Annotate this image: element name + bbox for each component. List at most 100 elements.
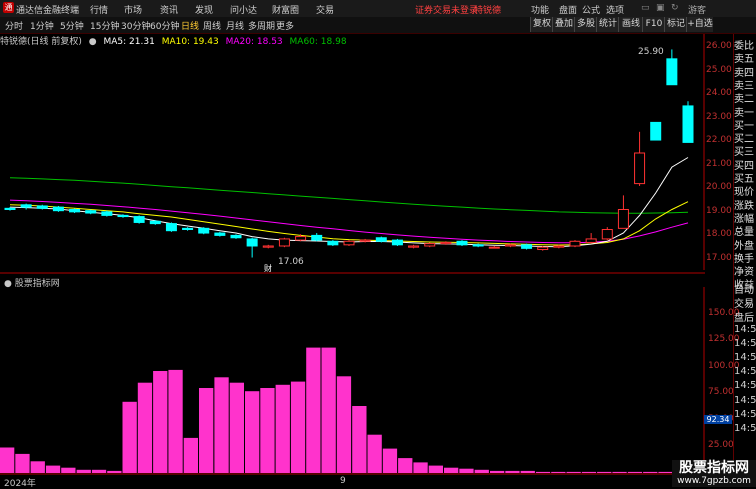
indicator-bar bbox=[245, 391, 260, 473]
period-60min[interactable]: 60分钟 bbox=[150, 19, 179, 32]
low-price-label: 17.06 bbox=[278, 257, 304, 267]
menu-trade[interactable]: 交易 bbox=[316, 3, 334, 16]
sidebar-trade-item[interactable]: 14:5 bbox=[734, 366, 756, 379]
sidebar-trade-item[interactable]: 14:5 bbox=[734, 423, 756, 436]
indicator-chart[interactable] bbox=[0, 287, 705, 475]
f10-button[interactable]: F10 bbox=[642, 17, 665, 32]
price-tick: 17.00 bbox=[706, 252, 732, 263]
sidebar-item[interactable]: 买三 bbox=[734, 143, 756, 156]
period-intraday[interactable]: 分时 bbox=[5, 19, 23, 32]
watermark: 股票指标网 www.7gpzb.com bbox=[672, 460, 756, 487]
sidebar-trade-item[interactable]: 14:5 bbox=[734, 338, 756, 351]
indicator-bar bbox=[413, 462, 428, 473]
user-guest[interactable]: 游客 bbox=[688, 3, 706, 16]
sidebar-item[interactable]: 卖五 bbox=[734, 50, 756, 63]
sidebar-item[interactable]: 外盘 bbox=[734, 237, 756, 250]
sidebar-trade-item[interactable]: 14:5 bbox=[734, 395, 756, 408]
period-more[interactable]: 更多 bbox=[276, 19, 294, 32]
candle-body bbox=[262, 245, 274, 248]
period-multi[interactable]: 多周期 bbox=[248, 19, 275, 32]
indicator-bar bbox=[581, 471, 597, 473]
sidebar-item[interactable]: 涨幅 bbox=[734, 210, 756, 223]
candle bbox=[456, 240, 468, 246]
refresh-icon[interactable]: ↻ bbox=[671, 3, 679, 13]
menu-wealth[interactable]: 财富圈 bbox=[272, 3, 299, 16]
indicator-bar bbox=[459, 468, 474, 473]
menu-market[interactable]: 市场 bbox=[124, 3, 142, 16]
sidebar-item[interactable]: 换手 bbox=[734, 250, 756, 263]
mark-button[interactable]: 标记 bbox=[664, 17, 687, 32]
overlay-button[interactable]: 叠加 bbox=[552, 17, 575, 32]
sidebar-trade-item[interactable]: 14:5 bbox=[734, 409, 756, 422]
period-weekly[interactable]: 周线 bbox=[203, 19, 221, 32]
period-5min[interactable]: 5分钟 bbox=[60, 19, 84, 32]
price-tick: 26.00 bbox=[706, 41, 732, 52]
multi-stock-button[interactable]: 多股 bbox=[574, 17, 597, 32]
candle-body bbox=[408, 245, 420, 248]
sidebar-item[interactable]: 涨跌 bbox=[734, 197, 756, 210]
sidebar-trade-item[interactable]: 交易 bbox=[734, 295, 756, 308]
price-tick: 25.00 bbox=[706, 64, 732, 75]
candle-body bbox=[4, 207, 16, 211]
indicator-bar bbox=[15, 453, 30, 473]
period-daily[interactable]: 日线 bbox=[181, 19, 199, 32]
candle-body bbox=[424, 243, 436, 247]
date-label-month: 9 bbox=[340, 476, 346, 486]
layout-icon[interactable]: ▣ bbox=[656, 3, 665, 13]
sidebar-trade-item[interactable]: 14:5 bbox=[734, 352, 756, 365]
minimize-icon[interactable]: ▭ bbox=[641, 3, 650, 13]
candle bbox=[666, 49, 678, 86]
login-status[interactable]: 证券交易未登录 bbox=[415, 3, 478, 16]
menu-panel[interactable]: 盘面 bbox=[559, 3, 577, 16]
menu-ask[interactable]: 问小达 bbox=[230, 3, 257, 16]
indicator-bar bbox=[168, 369, 183, 473]
sidebar-item[interactable]: 卖一 bbox=[734, 104, 756, 117]
indicator-bar bbox=[290, 381, 306, 473]
menu-news[interactable]: 资讯 bbox=[160, 3, 178, 16]
sidebar-item[interactable]: 买二 bbox=[734, 130, 756, 143]
menu-function[interactable]: 功能 bbox=[531, 3, 549, 16]
candle-body bbox=[650, 121, 662, 141]
sidebar-item[interactable]: 买五 bbox=[734, 170, 756, 183]
adjust-button[interactable]: 复权 bbox=[530, 17, 553, 32]
menu-options[interactable]: 选项 bbox=[606, 3, 624, 16]
ma20-line bbox=[9, 199, 689, 244]
stats-button[interactable]: 统计 bbox=[596, 17, 619, 32]
sidebar-trade-item[interactable]: 自动 bbox=[734, 281, 756, 294]
finance-marker[interactable]: 财 bbox=[264, 263, 272, 274]
draw-line-button[interactable]: 画线 bbox=[618, 17, 643, 32]
candle bbox=[343, 240, 355, 246]
menu-quotes[interactable]: 行情 bbox=[90, 3, 108, 16]
sidebar-item[interactable]: 现价 bbox=[734, 183, 756, 196]
candle bbox=[149, 220, 161, 225]
menu-discover[interactable]: 发现 bbox=[195, 3, 213, 16]
candle bbox=[230, 234, 242, 239]
candle-body bbox=[214, 232, 226, 236]
candle-body bbox=[585, 238, 597, 243]
menu-formula[interactable]: 公式 bbox=[582, 3, 600, 16]
candle bbox=[311, 233, 323, 242]
candle-body bbox=[666, 58, 678, 86]
candle-body bbox=[553, 245, 565, 248]
sidebar-item[interactable]: 买一 bbox=[734, 117, 756, 130]
sidebar-trade-item[interactable]: 盘后 bbox=[734, 309, 756, 322]
period-1min[interactable]: 1分钟 bbox=[30, 19, 54, 32]
price-tick: 21.00 bbox=[706, 158, 732, 169]
candlestick-chart[interactable] bbox=[0, 34, 705, 270]
add-watchlist-button[interactable]: +自选 bbox=[686, 17, 713, 32]
indicator-bar bbox=[474, 469, 489, 473]
candle-body bbox=[327, 240, 339, 246]
sidebar-trade-item[interactable]: 14:5 bbox=[734, 324, 756, 337]
sidebar-item[interactable]: 卖二 bbox=[734, 90, 756, 103]
sidebar-item[interactable]: 卖三 bbox=[734, 77, 756, 90]
sidebar-trade-item[interactable]: 14:5 bbox=[734, 380, 756, 393]
period-30min[interactable]: 30分钟 bbox=[121, 19, 150, 32]
sidebar-item[interactable]: 净资 bbox=[734, 263, 756, 276]
period-monthly[interactable]: 月线 bbox=[226, 19, 244, 32]
sidebar-item[interactable]: 卖四 bbox=[734, 64, 756, 77]
sidebar-item[interactable]: 总量 bbox=[734, 223, 756, 236]
app-title: 通达信金融终端 bbox=[16, 6, 80, 16]
sidebar-item[interactable]: 委比 bbox=[734, 37, 756, 50]
period-15min[interactable]: 15分钟 bbox=[90, 19, 119, 32]
sidebar-item[interactable]: 买四 bbox=[734, 157, 756, 170]
